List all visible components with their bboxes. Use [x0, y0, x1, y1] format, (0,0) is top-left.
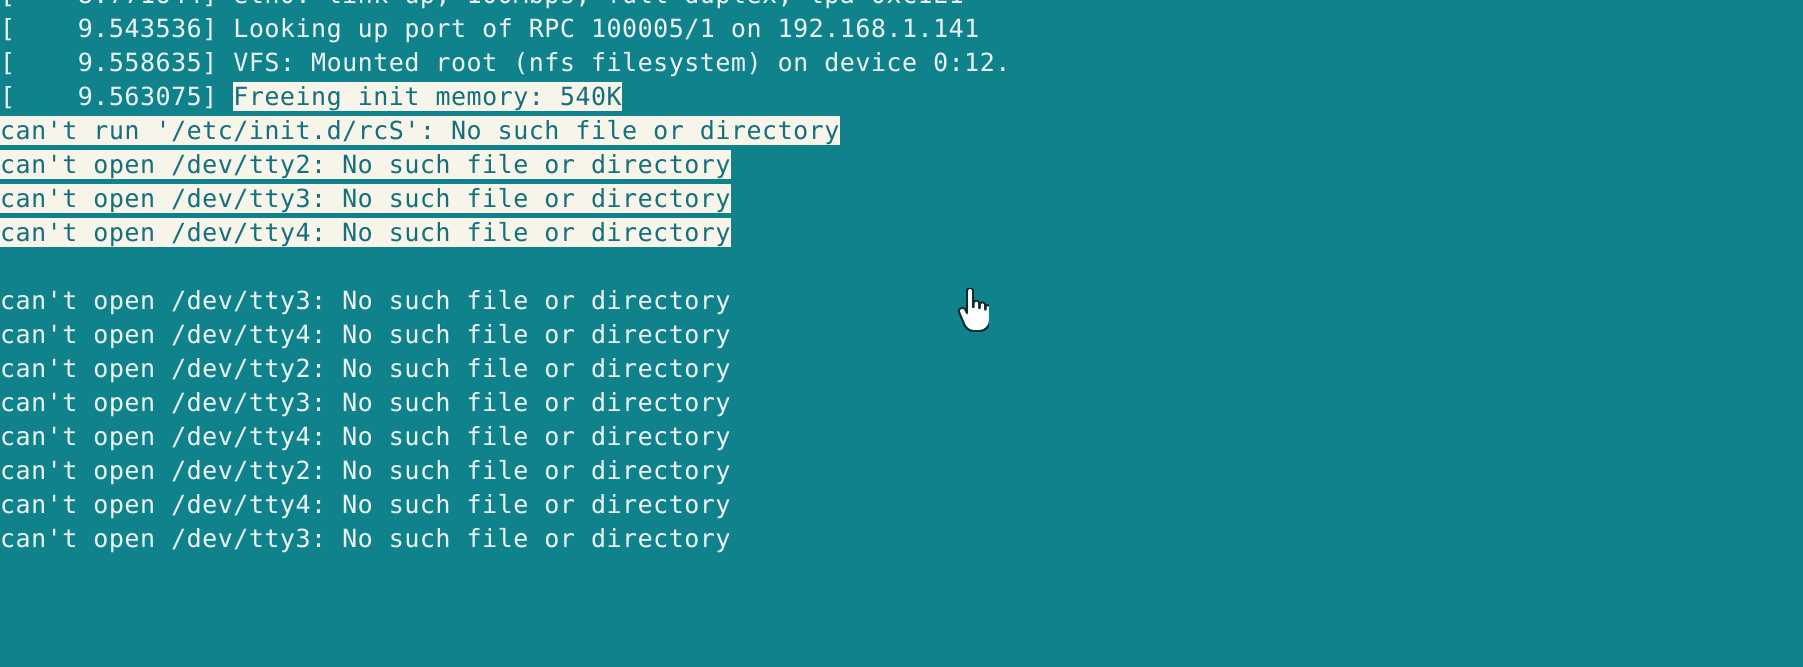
console-line: can't open /dev/tty4: No such file or di… — [0, 488, 1803, 522]
selected-text-run: can't run '/etc/init.d/rcS': No such fil… — [0, 116, 840, 145]
console-text-run: can't open /dev/tty4: No such file or di… — [0, 422, 731, 451]
console-text-run: can't open /dev/tty4: No such file or di… — [0, 320, 731, 349]
console-text-run: can't open /dev/tty2: No such file or di… — [0, 354, 731, 383]
console-text-run: [ 8.771644] eth0: link up, 100Mbps, full… — [0, 0, 964, 9]
console-text-run: can't open /dev/tty4: No such file or di… — [0, 490, 731, 519]
console-line: can't open /dev/tty4: No such file or di… — [0, 420, 1803, 454]
console-text-run: can't open /dev/tty3: No such file or di… — [0, 524, 731, 553]
console-line — [0, 250, 1803, 284]
console-text-run: [ 9.543536] Looking up port of RPC 10000… — [0, 14, 980, 43]
console-line: can't open /dev/tty3: No such file or di… — [0, 522, 1803, 556]
console-line: can't open /dev/tty4: No such file or di… — [0, 318, 1803, 352]
console-line: can't open /dev/tty4: No such file or di… — [0, 216, 1803, 250]
selected-text-run: can't open /dev/tty4: No such file or di… — [0, 218, 731, 247]
console-text-run: [ 9.558635] VFS: Mounted root (nfs files… — [0, 48, 1011, 77]
console-line: can't open /dev/tty2: No such file or di… — [0, 454, 1803, 488]
console-text-run: can't open /dev/tty2: No such file or di… — [0, 456, 731, 485]
console-text-run: can't open /dev/tty3: No such file or di… — [0, 388, 731, 417]
console-line: can't open /dev/tty2: No such file or di… — [0, 148, 1803, 182]
console-line: [ 8.771644] eth0: link up, 100Mbps, full… — [0, 0, 1803, 12]
console-text-run: can't open /dev/tty3: No such file or di… — [0, 286, 731, 315]
selected-text-run: can't open /dev/tty3: No such file or di… — [0, 184, 731, 213]
console-line: can't open /dev/tty2: No such file or di… — [0, 352, 1803, 386]
console-line: can't open /dev/tty3: No such file or di… — [0, 386, 1803, 420]
console-line: [ 9.558635] VFS: Mounted root (nfs files… — [0, 46, 1803, 80]
console-line: [ 9.543536] Looking up port of RPC 10000… — [0, 12, 1803, 46]
console-output[interactable]: [ 8.771644] eth0: link up, 100Mbps, full… — [0, 0, 1803, 556]
selected-text-run: Freeing init memory: 540K — [233, 82, 623, 111]
terminal-screen[interactable]: [ 8.771644] eth0: link up, 100Mbps, full… — [0, 0, 1803, 667]
selected-text-run: can't open /dev/tty2: No such file or di… — [0, 150, 731, 179]
console-line: [ 9.563075] Freeing init memory: 540K — [0, 80, 1803, 114]
console-line: can't open /dev/tty3: No such file or di… — [0, 182, 1803, 216]
console-line: can't open /dev/tty3: No such file or di… — [0, 284, 1803, 318]
console-line: can't run '/etc/init.d/rcS': No such fil… — [0, 114, 1803, 148]
console-text-run — [0, 252, 16, 281]
console-text-run: [ 9.563075] — [0, 82, 234, 111]
